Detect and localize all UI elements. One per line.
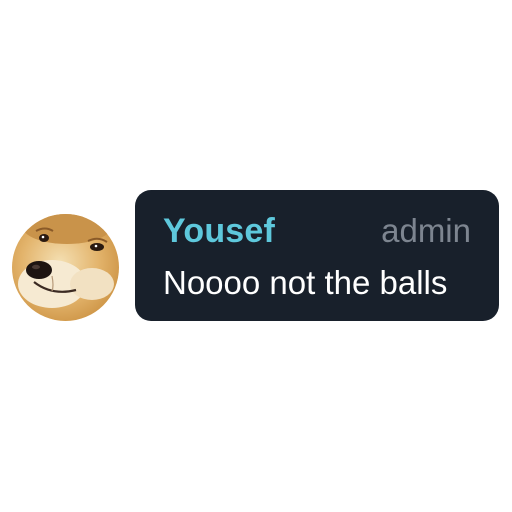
role-badge: admin bbox=[381, 212, 471, 249]
author-name[interactable]: Yousef bbox=[163, 214, 275, 248]
chat-stage: Yousef admin Noooo not the balls bbox=[0, 0, 512, 512]
message-header: Yousef admin bbox=[163, 214, 471, 264]
doge-avatar-icon bbox=[12, 214, 119, 321]
message-bubble[interactable]: Yousef admin Noooo not the balls bbox=[135, 190, 499, 321]
user-avatar[interactable] bbox=[12, 214, 119, 321]
message-text: Noooo not the balls bbox=[163, 264, 448, 301]
